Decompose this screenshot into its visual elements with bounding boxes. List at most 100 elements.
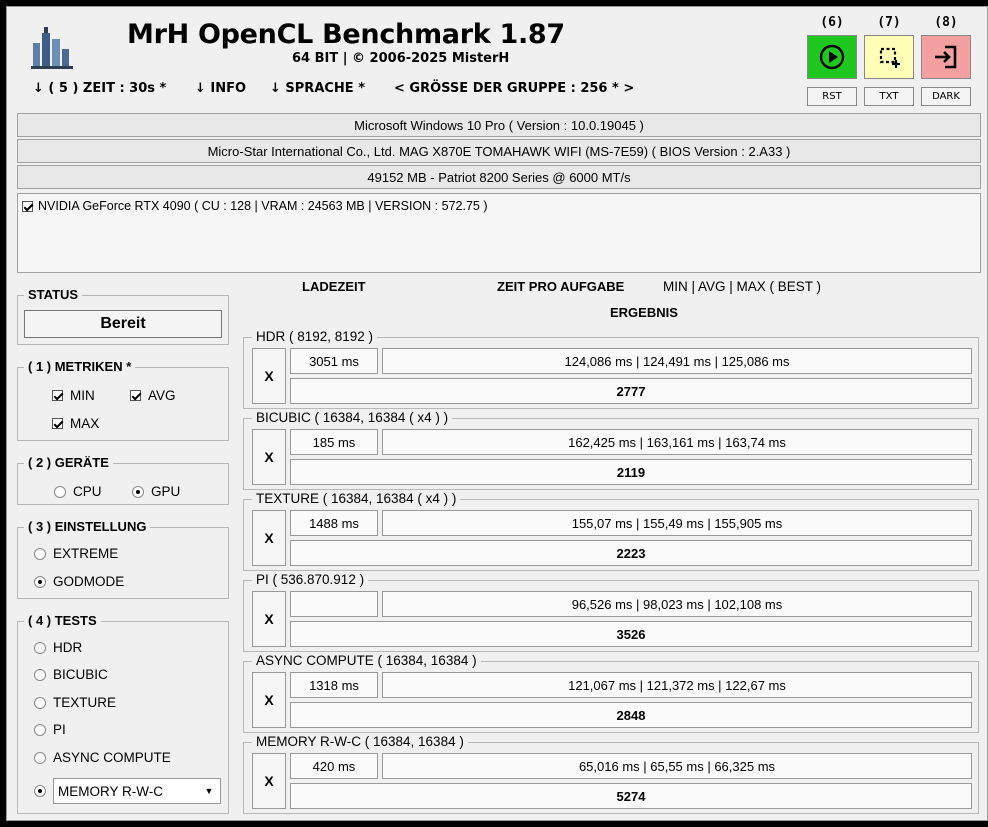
rst-label[interactable]: RST	[807, 87, 857, 106]
metric-min-checkbox[interactable]	[52, 390, 63, 401]
result-box-hdr: HDR ( 8192, 8192 ) X 3051 ms 124,086 ms | 1…	[243, 329, 979, 409]
result-score: 3526	[290, 621, 972, 647]
devtype-gpu-radio[interactable]	[132, 485, 144, 498]
result-load-time: 1318 ms	[290, 672, 378, 698]
menu-zeit[interactable]: ↓ ( 5 ) ZEIT : 30s *	[33, 81, 166, 96]
result-title: BICUBIC ( 16384, 16384 ( x4 ) )	[252, 410, 453, 425]
os-info: Microsoft Windows 10 Pro ( Version : 10.…	[17, 113, 981, 137]
result-clear-button[interactable]: X	[252, 591, 286, 647]
result-clear-button[interactable]: X	[252, 672, 286, 728]
metric-avg[interactable]: AVG	[130, 388, 176, 403]
device-checkbox[interactable]	[22, 200, 33, 212]
device-item[interactable]: NVIDIA GeForce RTX 4090 ( CU : 128 | VRA…	[22, 199, 488, 213]
setting-group-label: ( 3 ) EINSTELLUNG	[24, 519, 151, 534]
result-clear-button[interactable]: X	[252, 753, 286, 809]
test-async[interactable]: ASYNC COMPUTE	[34, 750, 171, 765]
test-async-radio[interactable]	[34, 751, 46, 764]
metric-min[interactable]: MIN	[52, 388, 95, 403]
run-shortcut-number: (6)	[820, 15, 844, 30]
dark-mode-button[interactable]	[921, 35, 971, 79]
result-score: 2223	[290, 540, 972, 566]
devtype-cpu-radio[interactable]	[54, 485, 66, 498]
test-hdr[interactable]: HDR	[34, 640, 82, 655]
result-load-time: 1488 ms	[290, 510, 378, 536]
setting-godmode-radio[interactable]	[34, 575, 46, 588]
col-ladezeit: LADEZEIT	[302, 279, 366, 294]
devtype-group: ( 2 ) GERÄTE CPU GPU	[17, 455, 229, 505]
devtype-cpu[interactable]: CPU	[54, 484, 102, 499]
device-list: NVIDIA GeForce RTX 4090 ( CU : 128 | VRA…	[17, 193, 981, 273]
test-memory-dropdown[interactable]: MEMORY R-W-C ▼	[53, 778, 221, 804]
devtype-cpu-label: CPU	[73, 484, 102, 499]
run-button[interactable]	[807, 35, 857, 79]
result-score: 5274	[290, 783, 972, 809]
status-value: Bereit	[24, 310, 222, 338]
metric-avg-label: AVG	[148, 388, 176, 403]
result-load-time: 3051 ms	[290, 348, 378, 374]
result-clear-button[interactable]: X	[252, 510, 286, 566]
dark-label[interactable]: DARK	[921, 87, 971, 106]
devtype-gpu[interactable]: GPU	[132, 484, 180, 499]
test-memory[interactable]: MEMORY R-W-C ▼	[34, 778, 221, 804]
result-box-memory: MEMORY R-W-C ( 16384, 16384 ) X 420 ms 65,0…	[243, 734, 979, 814]
test-texture-label: TEXTURE	[53, 695, 117, 710]
setting-godmode[interactable]: GODMODE	[34, 574, 124, 589]
test-bicubic-label: BICUBIC	[53, 667, 108, 682]
test-bicubic-radio[interactable]	[34, 668, 46, 681]
test-hdr-radio[interactable]	[34, 641, 46, 654]
result-load-time	[290, 591, 378, 617]
test-bicubic[interactable]: BICUBIC	[34, 667, 108, 682]
status-group-label: STATUS	[24, 287, 83, 302]
result-task-times: 96,526 ms | 98,023 ms | 102,108 ms	[382, 591, 972, 617]
result-task-times: 155,07 ms | 155,49 ms | 155,905 ms	[382, 510, 972, 536]
col-minavgmax: MIN | AVG | MAX ( BEST )	[663, 279, 822, 294]
test-memory-radio[interactable]	[34, 785, 46, 797]
result-title: PI ( 536.870.912 )	[252, 572, 369, 587]
device-label: NVIDIA GeForce RTX 4090 ( CU : 128 | VRA…	[38, 199, 488, 213]
test-pi-label: PI	[53, 722, 66, 737]
result-box-pi: PI ( 536.870.912 ) X 96,526 ms | 98,023 ms…	[243, 572, 979, 652]
col-zeit-pro-aufgabe: ZEIT PRO AUFGABE	[497, 279, 625, 294]
dark-shortcut-number: (8)	[934, 15, 958, 30]
metrics-group-label: ( 1 ) METRIKEN *	[24, 359, 136, 374]
result-box-async: ASYNC COMPUTE ( 16384, 16384 ) X 1318 ms 12…	[243, 653, 979, 733]
play-icon	[819, 44, 845, 70]
devtype-group-label: ( 2 ) GERÄTE	[24, 455, 113, 470]
test-pi-radio[interactable]	[34, 723, 46, 736]
col-ergebnis: ERGEBNIS	[610, 305, 678, 320]
test-async-label: ASYNC COMPUTE	[53, 750, 171, 765]
result-box-bicubic: BICUBIC ( 16384, 16384 ( x4 ) ) X 185 ms 16…	[243, 410, 979, 490]
test-pi[interactable]: PI	[34, 722, 66, 737]
result-title: ASYNC COMPUTE ( 16384, 16384 )	[252, 653, 481, 668]
metric-avg-checkbox[interactable]	[130, 390, 141, 401]
txt-shortcut-number: (7)	[877, 15, 901, 30]
menu-info[interactable]: ↓ INFO	[195, 81, 246, 96]
result-title: HDR ( 8192, 8192 )	[252, 329, 378, 344]
result-score: 2848	[290, 702, 972, 728]
status-group: STATUS Bereit	[17, 287, 229, 345]
setting-extreme-radio[interactable]	[34, 547, 46, 560]
result-clear-button[interactable]: X	[252, 429, 286, 485]
metric-max[interactable]: MAX	[52, 416, 99, 431]
test-texture-radio[interactable]	[34, 696, 46, 709]
result-task-times: 121,067 ms | 121,372 ms | 122,67 ms	[382, 672, 972, 698]
test-texture[interactable]: TEXTURE	[34, 695, 116, 710]
metric-max-label: MAX	[70, 416, 100, 431]
result-load-time: 420 ms	[290, 753, 378, 779]
txt-label[interactable]: TXT	[864, 87, 914, 106]
chevron-down-icon[interactable]: ▼	[198, 779, 220, 803]
setting-extreme[interactable]: EXTREME	[34, 546, 118, 561]
result-clear-button[interactable]: X	[252, 348, 286, 404]
result-load-time: 185 ms	[290, 429, 378, 455]
result-title: MEMORY R-W-C ( 16384, 16384 )	[252, 734, 468, 749]
setting-godmode-label: GODMODE	[53, 574, 125, 589]
metric-min-label: MIN	[70, 388, 95, 403]
tests-group-label: ( 4 ) TESTS	[24, 613, 101, 628]
metric-max-checkbox[interactable]	[52, 418, 63, 429]
menu-gruppe[interactable]: < GRÖSSE DER GRUPPE : 256 * >	[394, 81, 634, 96]
txt-export-button[interactable]	[864, 35, 914, 79]
menu-sprache[interactable]: ↓ SPRACHE *	[270, 81, 365, 96]
test-memory-dropdown-value: MEMORY R-W-C	[58, 783, 164, 799]
tests-group: ( 4 ) TESTS HDR BICUBIC TEXTURE PI ASYNC…	[17, 613, 229, 814]
setting-group: ( 3 ) EINSTELLUNG EXTREME GODMODE	[17, 519, 229, 599]
